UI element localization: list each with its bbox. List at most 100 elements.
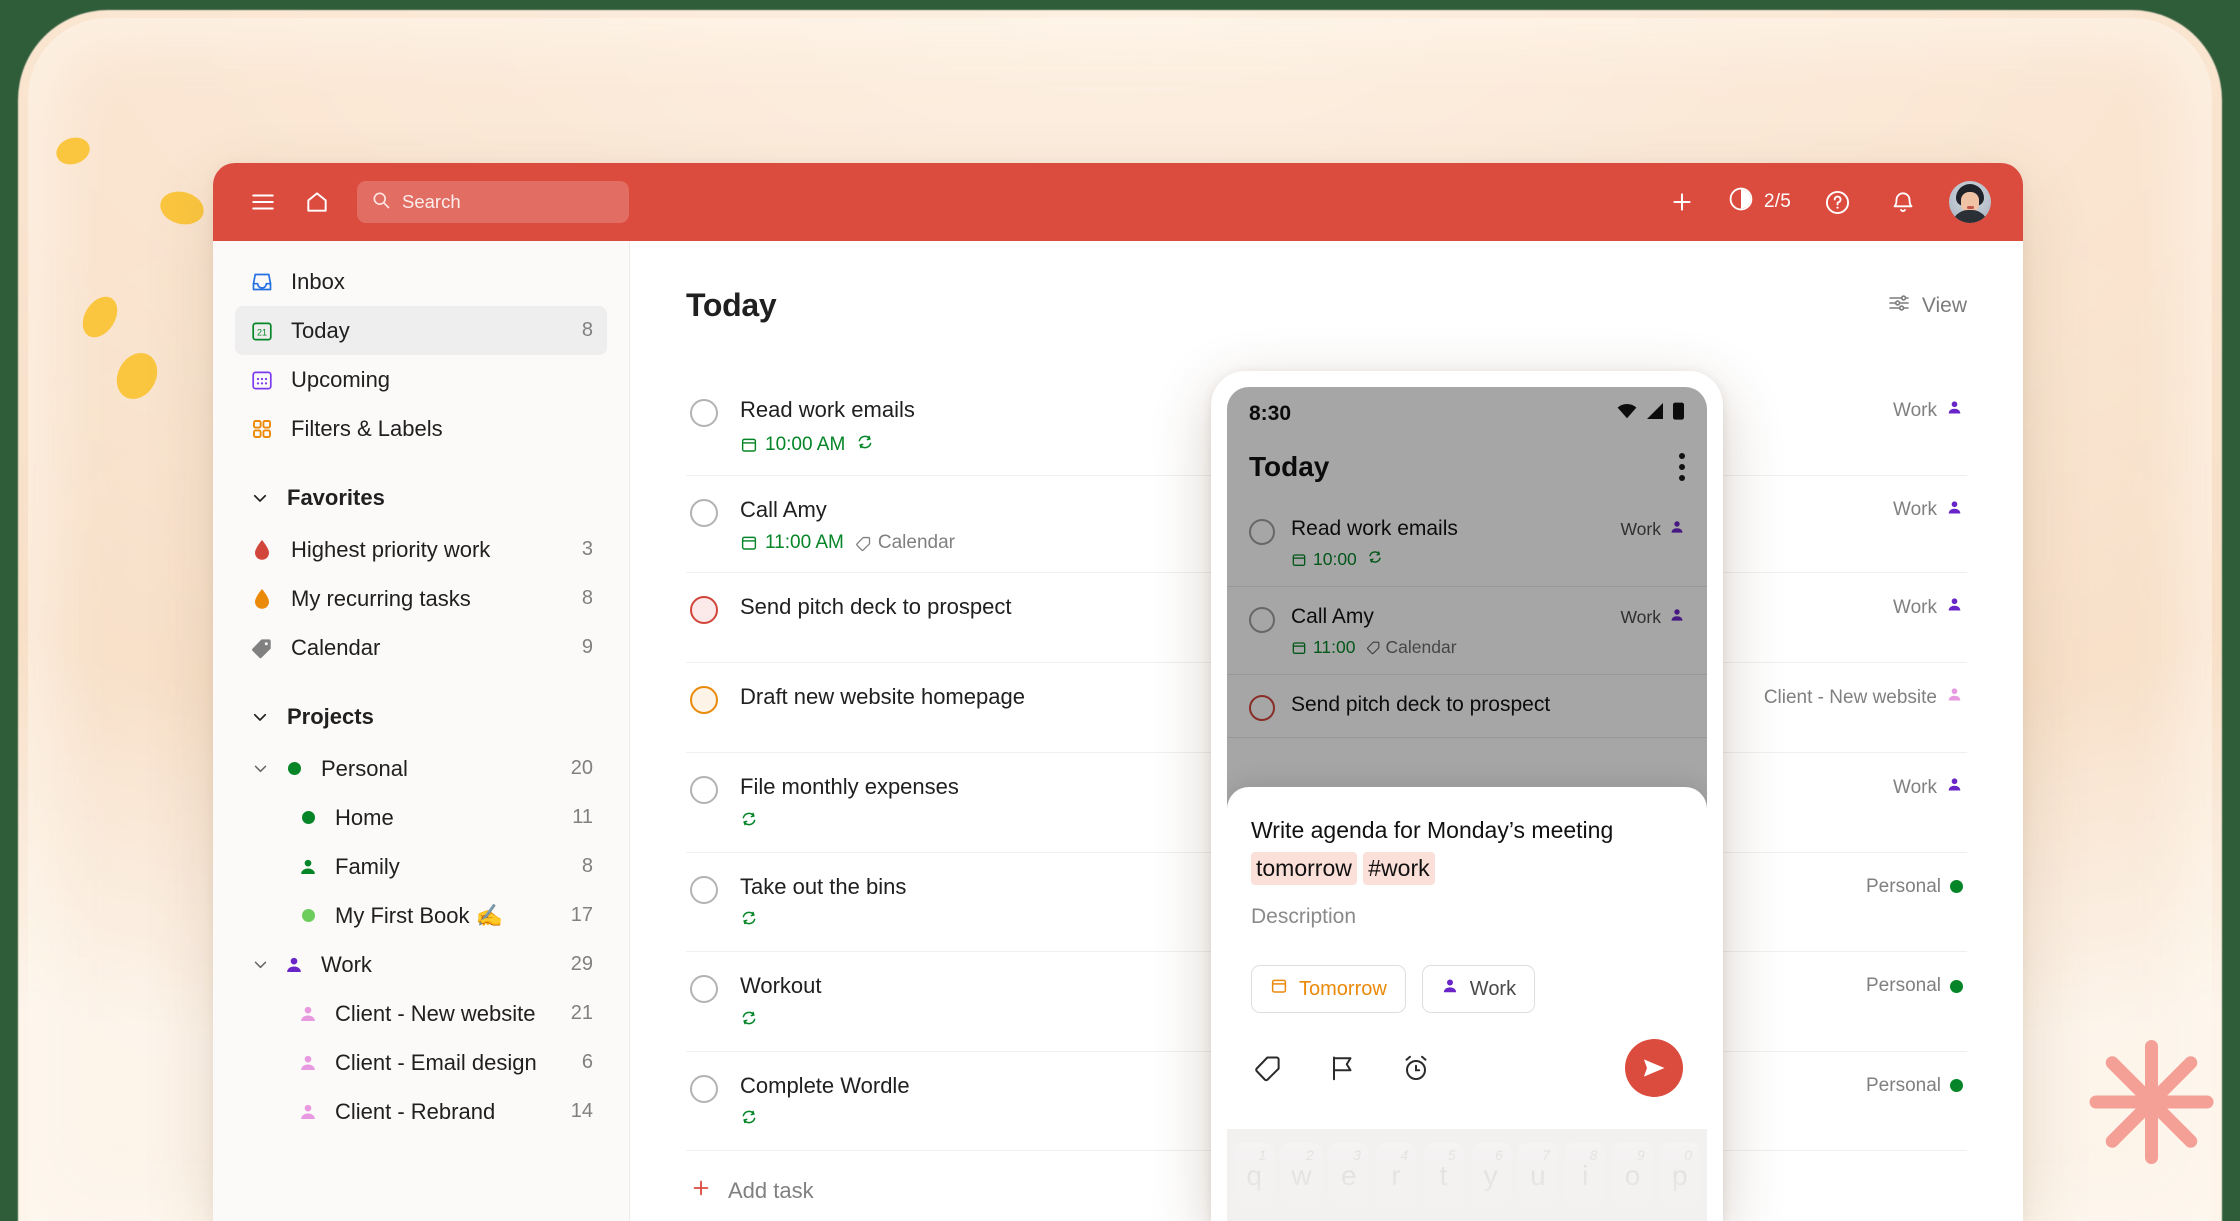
phone-page-title: Today <box>1249 451 1330 482</box>
key-y[interactable]: 6y <box>1470 1143 1511 1210</box>
quick-add-date-token: tomorrow <box>1251 852 1357 886</box>
sidebar-project-label: Home <box>335 804 394 830</box>
section-title: Projects <box>287 704 374 729</box>
sidebar-project-family[interactable]: Family 8 <box>235 842 607 891</box>
task-checkbox[interactable] <box>1249 519 1275 545</box>
sidebar-item-today[interactable]: 21 Today 8 <box>235 306 607 355</box>
task-checkbox[interactable] <box>690 776 718 804</box>
task-checkbox[interactable] <box>690 975 718 1003</box>
task-meta: 11:00 Calendar <box>1291 637 1604 658</box>
sidebar-item-label: Inbox <box>291 268 345 294</box>
plus-icon[interactable] <box>1662 182 1702 222</box>
quick-add-date-chip[interactable]: Tomorrow <box>1251 965 1406 1014</box>
task-checkbox[interactable] <box>690 596 718 624</box>
task-due-date: 10:00 AM <box>740 434 845 456</box>
sidebar-project-home[interactable]: Home 11 <box>235 793 607 842</box>
person-icon <box>1946 399 1963 422</box>
status-time: 8:30 <box>1249 402 1292 425</box>
chevron-down-icon[interactable] <box>249 758 271 780</box>
key-i[interactable]: 8i <box>1565 1143 1606 1210</box>
today-calendar-icon: 21 <box>249 318 275 344</box>
key-p[interactable]: 0p <box>1659 1143 1700 1210</box>
task-checkbox[interactable] <box>690 399 718 427</box>
inbox-icon <box>249 269 275 295</box>
person-icon <box>295 1053 321 1073</box>
key-e[interactable]: 3e <box>1328 1143 1369 1210</box>
phone-status-bar: 8:30 <box>1227 387 1707 441</box>
task-checkbox[interactable] <box>690 1074 718 1103</box>
sidebar-project-client-new-website[interactable]: Client - New website 21 <box>235 989 607 1038</box>
flag-icon[interactable] <box>1325 1051 1359 1085</box>
sidebar-project-personal[interactable]: Personal 20 <box>235 744 607 793</box>
sidebar-project-count: 11 <box>572 806 593 828</box>
sidebar-item-label: Today <box>291 317 350 343</box>
task-project: Work <box>1893 593 1963 619</box>
phone-mockup: 8:30 Today Read work emails 10:00 Work C… <box>1211 371 1723 1221</box>
bell-icon[interactable] <box>1883 182 1923 222</box>
task-checkbox[interactable] <box>690 875 718 904</box>
productivity-count: 2/5 <box>1763 191 1791 212</box>
recurring-icon <box>740 909 758 933</box>
sidebar-item-calendar[interactable]: Calendar 9 <box>235 623 607 672</box>
hamburger-menu-icon[interactable] <box>243 182 283 222</box>
sidebar-project-label: Client - New website <box>335 1000 536 1026</box>
sidebar-project-label: Family <box>335 853 400 879</box>
task-checkbox[interactable] <box>1249 695 1275 721</box>
task-project: Client - New website <box>1764 683 1963 709</box>
sidebar-project-count: 14 <box>570 1100 593 1122</box>
on-screen-keyboard[interactable]: 1q 2w 3e 4r 5t 6y 7u 8i 9o 0p a s d f g <box>1227 1129 1707 1221</box>
sidebar-project-work[interactable]: Work 29 <box>235 940 607 989</box>
task-body: Read work emails 10:00 <box>1291 517 1604 570</box>
sidebar-item-upcoming[interactable]: Upcoming <box>235 355 607 404</box>
quick-add-sheet: Write agenda for Monday’s meeting tomorr… <box>1227 787 1707 1221</box>
list-item[interactable]: Send pitch deck to prospect <box>1227 675 1707 738</box>
task-checkbox[interactable] <box>690 498 718 527</box>
key-u[interactable]: 7u <box>1517 1143 1559 1210</box>
list-item[interactable]: Call Amy 11:00 Calendar Work <box>1227 587 1707 675</box>
sidebar-project-label: Client - Rebrand <box>335 1098 496 1124</box>
sidebar-project-client-rebrand[interactable]: Client - Rebrand 14 <box>235 1087 607 1136</box>
sidebar-item-highest-priority-work[interactable]: Highest priority work 3 <box>235 525 607 574</box>
home-icon[interactable] <box>297 182 337 222</box>
sidebar-section-projects[interactable]: Projects <box>235 690 607 744</box>
tag-icon[interactable] <box>1251 1051 1285 1085</box>
sidebar-item-count: 3 <box>581 538 593 560</box>
sidebar-item-inbox[interactable]: Inbox <box>235 257 607 306</box>
task-checkbox[interactable] <box>690 686 718 714</box>
task-checkbox[interactable] <box>1249 607 1275 633</box>
task-project: Personal <box>1866 873 1963 898</box>
wifi-icon <box>1616 402 1638 426</box>
key-t[interactable]: 5t <box>1423 1143 1464 1210</box>
search-input[interactable]: Search <box>357 181 629 223</box>
key-q[interactable]: 1q <box>1234 1143 1275 1210</box>
sidebar-item-filters-labels[interactable]: Filters & Labels <box>235 404 607 453</box>
key-r[interactable]: 4r <box>1375 1143 1417 1210</box>
list-item[interactable]: Read work emails 10:00 Work <box>1227 499 1707 587</box>
sidebar-project-count: 29 <box>570 953 593 975</box>
key-num: 3 <box>1353 1147 1361 1164</box>
sidebar-project-client-email-design[interactable]: Client - Email design 6 <box>235 1038 607 1087</box>
view-button[interactable]: View <box>1887 287 1967 321</box>
dot-icon <box>1950 880 1963 893</box>
key-o[interactable]: 9o <box>1612 1143 1653 1210</box>
question-mark-icon[interactable] <box>1817 182 1857 222</box>
recurring-icon <box>740 1108 758 1132</box>
person-icon <box>1669 519 1685 540</box>
quick-add-title-text: Write agenda for Monday’s meeting <box>1251 817 1614 843</box>
productivity-indicator[interactable]: 2/5 <box>1728 186 1791 218</box>
quick-add-project-chip[interactable]: Work <box>1421 965 1536 1014</box>
key-w[interactable]: 2w <box>1281 1143 1322 1210</box>
chevron-down-icon[interactable] <box>249 954 271 976</box>
quick-add-description-input[interactable]: Description <box>1251 905 1683 929</box>
quick-add-title-input[interactable]: Write agenda for Monday’s meeting tomorr… <box>1251 815 1683 886</box>
sidebar-project-my-first-book[interactable]: My First Book ✍️ 17 <box>235 891 607 940</box>
sidebar-item-my-recurring-tasks[interactable]: My recurring tasks 8 <box>235 574 607 623</box>
kebab-menu-icon[interactable] <box>1679 453 1685 481</box>
alarm-icon[interactable] <box>1399 1051 1433 1085</box>
sidebar-item-label: Highest priority work <box>291 536 491 562</box>
sidebar-section-favorites[interactable]: Favorites <box>235 471 607 525</box>
send-icon[interactable] <box>1625 1039 1683 1098</box>
person-icon <box>1946 596 1963 619</box>
drop-icon <box>249 586 275 612</box>
avatar[interactable] <box>1949 181 1991 223</box>
